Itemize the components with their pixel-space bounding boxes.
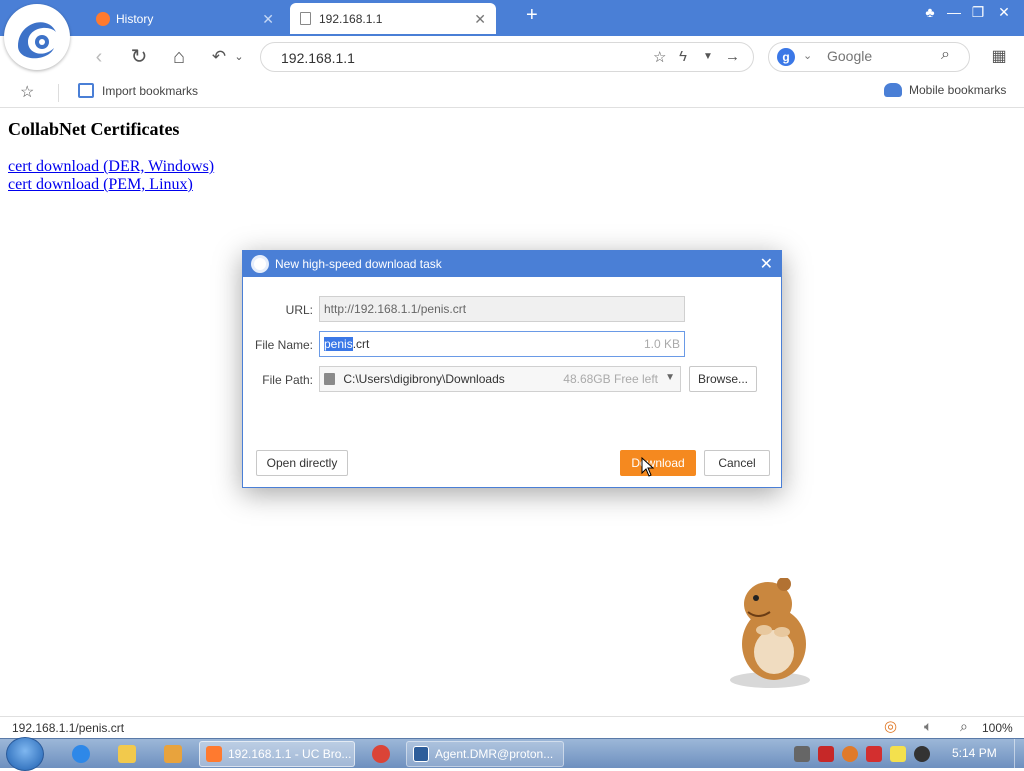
close-window-icon[interactable]: ✕ [992, 4, 1016, 21]
status-bar: 192.168.1.1/penis.crt ◎ 🔈︎ ⌕ 100% [0, 716, 1024, 738]
tray-network-icon[interactable] [794, 746, 810, 762]
search-icon[interactable]: ⌕ [941, 46, 950, 64]
internet-explorer-icon[interactable] [72, 745, 90, 763]
taskbar-item-uc-browser[interactable]: 192.168.1.1 - UC Bro... [199, 741, 355, 767]
filename-extension: .crt [352, 337, 370, 351]
mobile-bookmarks-label: Mobile bookmarks [909, 83, 1007, 97]
drive-icon [324, 373, 335, 385]
mobile-bookmarks-button[interactable]: Mobile bookmarks [884, 83, 1006, 97]
status-url: 192.168.1.1/penis.crt [12, 721, 125, 735]
title-bar: History ✕ 192.168.1.1 ✕ + ♣ — ❐ ✕ [0, 0, 1024, 36]
cancel-button[interactable]: Cancel [704, 450, 770, 476]
dialog-title: New high-speed download task [275, 257, 442, 271]
download-manager-icon[interactable]: ◎ [884, 717, 897, 735]
tray-media-icon[interactable] [914, 746, 930, 762]
browse-button[interactable]: Browse... [689, 366, 757, 392]
file-explorer-icon[interactable] [118, 745, 136, 763]
search-input[interactable] [827, 48, 927, 64]
free-space: 48.68GB Free left [563, 372, 658, 386]
dialog-close-icon[interactable]: ✕ [760, 254, 773, 274]
start-button-icon[interactable] [6, 737, 44, 771]
tab-history-close-icon[interactable]: ✕ [262, 11, 274, 28]
bookmark-star-icon[interactable]: ☆ [20, 82, 34, 102]
tray-flag-icon[interactable] [866, 746, 882, 762]
search-box[interactable]: g ⌄ ⌕ [768, 42, 970, 72]
dialog-header: New high-speed download task ✕ [243, 251, 781, 277]
cloud-icon [884, 83, 902, 97]
lightning-icon[interactable]: ϟ [679, 48, 687, 65]
skin-icon[interactable]: ♣ [918, 4, 942, 20]
url-field: http://192.168.1.1/penis.crt [319, 296, 685, 322]
media-player-icon[interactable] [164, 745, 182, 763]
tab-ip-label: 192.168.1.1 [319, 11, 383, 26]
taskbar-item-uc-browser-label: 192.168.1.1 - UC Bro... [228, 747, 352, 761]
chrome-icon[interactable] [372, 745, 390, 763]
hamster-desktop-pet[interactable] [724, 578, 814, 690]
tray-antivirus-icon[interactable] [818, 746, 834, 762]
volume-icon[interactable]: 🔈︎ [924, 718, 932, 735]
import-icon [78, 83, 94, 98]
filepath-value: C:\Users\digibrony\Downloads [343, 372, 505, 386]
uc-browser-task-icon [206, 746, 222, 762]
agent-window-icon [413, 746, 429, 762]
bookmarks-bar: ☆ Import bookmarks Mobile bookmarks [0, 78, 1024, 108]
history-clock-icon [96, 11, 110, 26]
refresh-icon[interactable]: ↻ [126, 44, 152, 70]
filename-label: File Name: [254, 338, 313, 352]
filepath-label: File Path: [262, 373, 313, 387]
cert-download-pem-link[interactable]: cert download (PEM, Linux) [8, 176, 193, 194]
google-logo-icon[interactable]: g [777, 48, 795, 66]
favorite-star-icon[interactable]: ☆ [653, 48, 666, 66]
divider [58, 84, 59, 102]
address-bar[interactable]: 192.168.1.1 ☆ ϟ ▼ → [260, 42, 754, 72]
import-bookmarks-button[interactable]: Import bookmarks [78, 83, 198, 98]
filename-selection: penis [324, 337, 353, 351]
filepath-select[interactable]: C:\Users\digibrony\Downloads 48.68GB Fre… [319, 366, 681, 392]
dropdown-arrow-icon[interactable]: ▼ [703, 51, 713, 62]
new-tab-icon[interactable]: + [526, 4, 538, 27]
clock: 5:14 PM [952, 746, 997, 760]
file-size: 1.0 KB [643, 337, 680, 351]
windows-taskbar: 192.168.1.1 - UC Bro... Agent.DMR@proton… [0, 737, 1024, 771]
taskbar-item-agent-label: Agent.DMR@proton... [435, 747, 554, 761]
minimize-icon[interactable]: — [942, 4, 966, 20]
show-desktop-button[interactable] [1014, 739, 1024, 769]
page-icon [300, 12, 311, 25]
filepath-dropdown-icon[interactable]: ▼ [665, 372, 675, 383]
search-engine-dropdown-icon[interactable]: ⌄ [803, 49, 812, 62]
filename-input[interactable]: penis.crt 1.0 KB [319, 331, 685, 357]
restore-icon[interactable]: ❐ [966, 4, 990, 21]
tab-192-168-1-1[interactable]: 192.168.1.1 ✕ [290, 3, 496, 34]
navigation-toolbar: ‹ ↻ ⌂ ↶ ⌄ 192.168.1.1 ☆ ϟ ▼ → g ⌄ ⌕ ▦ [0, 36, 1024, 78]
address-text: 192.168.1.1 [281, 50, 355, 66]
tray-search-icon[interactable] [842, 746, 858, 762]
import-bookmarks-label: Import bookmarks [102, 83, 199, 98]
home-icon[interactable]: ⌂ [166, 44, 192, 70]
apps-grid-icon[interactable]: ▦ [986, 44, 1012, 70]
uc-small-logo-icon [251, 255, 269, 273]
zoom-icon[interactable]: ⌕ [960, 718, 968, 735]
go-arrow-icon[interactable]: → [725, 48, 740, 65]
back-icon[interactable]: ‹ [86, 44, 112, 70]
tab-history[interactable]: History ✕ [86, 3, 284, 34]
uc-browser-logo[interactable] [4, 4, 70, 70]
cert-download-der-link[interactable]: cert download (DER, Windows) [8, 158, 214, 176]
taskbar-item-agent[interactable]: Agent.DMR@proton... [406, 741, 564, 767]
download-button[interactable]: Download [620, 450, 696, 476]
open-directly-button[interactable]: Open directly [256, 450, 348, 476]
zoom-level: 100% [982, 721, 1013, 735]
undo-dropdown-icon[interactable]: ⌄ [226, 44, 252, 70]
tab-ip-close-icon[interactable]: ✕ [474, 11, 486, 28]
url-label: URL: [285, 303, 313, 317]
tray-notes-icon[interactable] [890, 746, 906, 762]
tab-history-label: History [116, 11, 154, 26]
page-title: CollabNet Certificates [8, 119, 180, 139]
mouse-cursor-icon [641, 457, 655, 477]
download-dialog: New high-speed download task ✕ URL: http… [242, 250, 782, 488]
